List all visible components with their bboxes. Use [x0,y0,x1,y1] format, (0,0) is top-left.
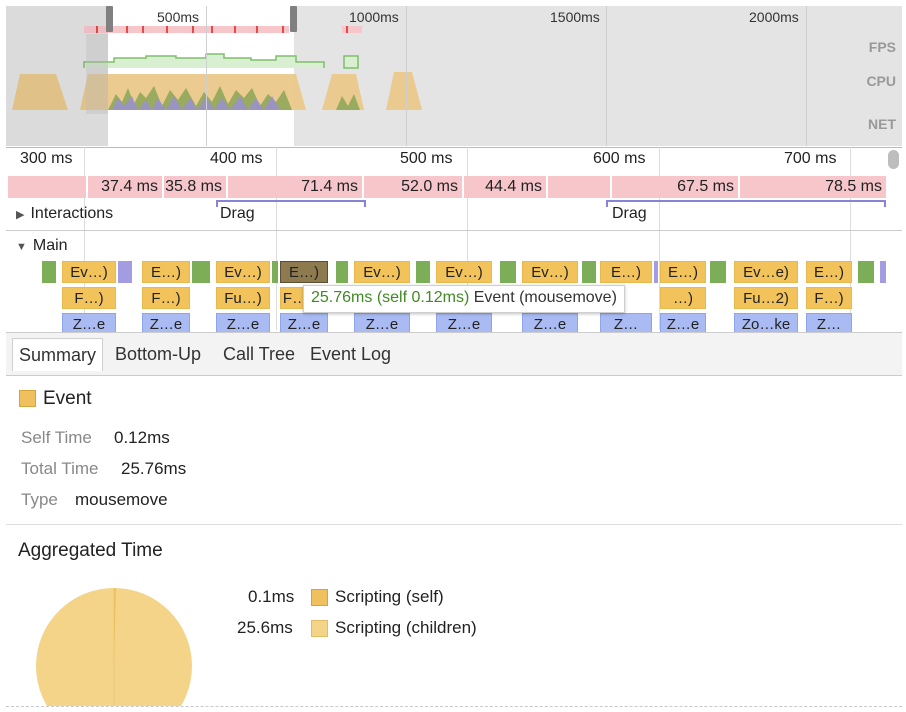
overview-tick: 500ms [157,9,200,25]
legend-label-self: Scripting (self) [335,587,444,606]
tooltip-name: Event (mousemove) [473,289,617,306]
function-bar[interactable]: F…) [62,287,116,309]
zone-bar[interactable]: Z…e [142,313,190,332]
legend-value-children: 25.6ms [237,618,293,637]
zone-bar[interactable]: Z…e [216,313,270,332]
interactions-label: Interactions [30,205,114,222]
function-bar[interactable]: Fu…2) [734,287,798,309]
self-time-label: Self Time [21,428,92,447]
event-bar[interactable]: E…) [660,261,706,283]
function-bar[interactable]: …) [660,287,706,309]
event-bar[interactable]: Ev…) [62,261,116,283]
section-divider [6,524,902,525]
zone-bar[interactable]: Z…e [62,313,116,332]
main-track-header[interactable]: ▼ Main [16,237,68,255]
total-time-label: Total Time [21,459,99,478]
frame-bar[interactable] [8,176,88,198]
zone-bar[interactable]: Z…e [280,313,328,332]
frame-bar[interactable]: 35.8 ms [164,176,228,198]
ruler-tick: 500 ms [400,150,453,167]
frame-bar[interactable]: 78.5 ms [740,176,888,198]
interactions-track-header[interactable]: ▶ Interactions [16,205,113,223]
event-bar[interactable]: E…) [806,261,852,283]
type-label: Type [21,490,58,509]
type-value: mousemove [75,490,168,509]
frames-track: 37.4 ms 35.8 ms 71.4 ms 52.0 ms 44.4 ms … [8,176,888,198]
cpu-label: CPU [866,73,896,89]
overview-graphs [6,6,422,146]
drag-interaction-label[interactable]: Drag [220,205,255,223]
overview-tick: 2000ms [749,9,799,25]
zone-bar[interactable]: Z…e [522,313,578,332]
zone-bar[interactable]: Z…e [660,313,706,332]
aggregated-pie-chart [36,588,192,706]
zone-bar[interactable]: Z… [806,313,852,332]
frame-bar[interactable]: 44.4 ms [464,176,548,198]
collapse-triangle-icon: ▼ [16,241,27,253]
event-bar[interactable]: Ev…) [436,261,492,283]
event-bar[interactable]: E…) [600,261,652,283]
timeline-overview[interactable]: 500ms 1000ms 1500ms 2000ms FPS CPU NET [6,6,902,146]
ruler-tick: 300 ms [20,150,73,167]
function-bar[interactable]: Fu…) [216,287,270,309]
frame-bar[interactable]: 37.4 ms [88,176,164,198]
self-time-value: 0.12ms [114,428,170,447]
overview-tick: 1500ms [550,9,600,25]
event-bar[interactable]: Ev…e) [734,261,798,283]
zone-bar[interactable]: Z…e [354,313,410,332]
drag-interaction-bar[interactable] [606,200,886,202]
vertical-scrollbar-thumb[interactable] [888,150,899,169]
legend-swatch-self [311,589,328,606]
event-bar[interactable]: E…) [142,261,190,283]
tab-call-tree[interactable]: Call Tree [217,338,301,370]
net-label: NET [868,116,896,132]
frame-bar[interactable]: 71.4 ms [228,176,364,198]
zone-bar[interactable]: Z…e [436,313,492,332]
zone-bar[interactable]: Zo…ke [734,313,798,332]
function-bar[interactable]: F…) [806,287,852,309]
time-ruler: 300 ms 400 ms 500 ms 600 ms 700 ms [6,147,902,176]
total-time-value: 25.76ms [121,459,187,478]
event-color-swatch [19,390,36,407]
details-tab-bar: Summary Bottom-Up Call Tree Event Log [6,332,902,376]
overview-tick: 1000ms [349,9,399,25]
fps-label: FPS [868,39,896,55]
ruler-tick: 600 ms [593,150,646,167]
legend-value-self: 0.1ms [248,587,295,606]
function-bar[interactable]: F…) [142,287,190,309]
frame-bar[interactable]: 67.5 ms [612,176,740,198]
frame-bar[interactable]: 52.0 ms [364,176,464,198]
bottom-border [6,706,902,707]
event-bar[interactable]: Ev…) [216,261,270,283]
frame-bar[interactable] [548,176,612,198]
event-bar[interactable]: Ev…) [522,261,578,283]
event-tooltip: 25.76ms (self 0.12ms) Event (mousemove) [303,285,625,313]
drag-interaction-bar[interactable] [216,200,366,202]
summary-title: Event [43,388,92,409]
legend-swatch-children [311,620,328,637]
main-label: Main [32,237,68,254]
event-bar[interactable]: Ev…) [354,261,410,283]
overview-left-handle[interactable] [106,6,113,32]
legend-label-children: Scripting (children) [335,618,477,637]
tab-event-log[interactable]: Event Log [304,338,397,370]
tab-summary[interactable]: Summary [12,338,104,371]
expand-triangle-icon: ▶ [16,209,25,221]
drag-interaction-label[interactable]: Drag [612,205,647,223]
overview-right-handle[interactable] [290,6,297,32]
aggregated-title: Aggregated Time [18,540,163,561]
ruler-tick: 700 ms [784,150,837,167]
tooltip-time: 25.76ms (self 0.12ms) [311,289,470,306]
selected-event-bar[interactable]: E…) [280,261,328,283]
zone-bar[interactable]: Z… [600,313,652,332]
ruler-tick: 400 ms [210,150,263,167]
tab-bottom-up[interactable]: Bottom-Up [109,338,207,370]
